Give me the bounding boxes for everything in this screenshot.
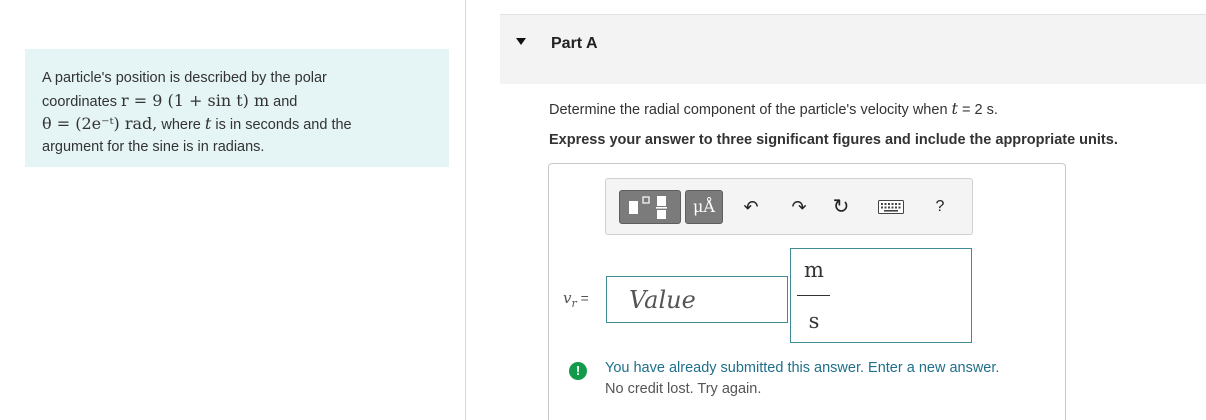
- keyboard-icon[interactable]: [877, 193, 905, 221]
- time-value: = 2 s.: [957, 102, 998, 118]
- problem-text: argument for the sine is in radians.: [42, 138, 265, 155]
- part-header[interactable]: Part A: [500, 14, 1206, 84]
- time-variable: t: [204, 114, 212, 133]
- problem-text: coordinates: [42, 93, 117, 110]
- reset-icon[interactable]: ↻: [828, 193, 854, 221]
- problem-text: where: [161, 117, 201, 133]
- feedback-detail: No credit lost. Try again.: [605, 381, 762, 397]
- problem-line-4: argument for the sine is in radians.: [42, 137, 432, 159]
- equals-sign: =: [580, 290, 589, 306]
- problem-text: A particle's position is described by th…: [42, 70, 327, 86]
- fraction-bar: [797, 295, 830, 296]
- problem-line-3: θ = (2e⁻ᵗ) rad, where t is in seconds an…: [42, 113, 432, 137]
- math-toolbar: μÅ ↶ ↷ ↻ ?: [605, 178, 973, 235]
- column-divider: [465, 0, 466, 420]
- units-input[interactable]: m s: [790, 248, 972, 343]
- redo-icon[interactable]: ↷: [786, 193, 812, 221]
- units-button[interactable]: μÅ: [685, 190, 723, 224]
- undo-icon[interactable]: ↶: [738, 193, 764, 221]
- collapse-arrow-icon[interactable]: [516, 38, 526, 45]
- unit-denominator: s: [808, 309, 820, 333]
- angle-equation: θ = (2e⁻ᵗ) rad,: [42, 114, 158, 133]
- part-title: Part A: [551, 35, 598, 52]
- help-button[interactable]: ?: [927, 193, 953, 221]
- question-text: Determine the radial component of the pa…: [549, 99, 998, 118]
- answer-variable-label: vr =: [563, 289, 589, 310]
- radial-subscript: r: [571, 296, 577, 310]
- question-prompt: Determine the radial component of the pa…: [549, 102, 948, 118]
- problem-line-1: A particle's position is described by th…: [42, 68, 432, 90]
- problem-statement: A particle's position is described by th…: [25, 49, 449, 167]
- feedback-message: You have already submitted this answer. …: [605, 360, 1000, 376]
- radius-equation: r = 9 (1 + sin t) m: [121, 90, 270, 110]
- templates-icon: [629, 196, 667, 219]
- answer-instruction: Express your answer to three significant…: [549, 132, 1118, 148]
- alert-icon: !: [569, 362, 587, 380]
- templates-button[interactable]: [619, 190, 681, 224]
- problem-text: is in seconds and the: [215, 117, 352, 133]
- value-input[interactable]: [606, 276, 788, 323]
- problem-line-2: coordinates r = 9 (1 + sin t) m and: [42, 90, 432, 114]
- problem-text: and: [273, 93, 298, 110]
- unit-numerator: m: [804, 258, 824, 282]
